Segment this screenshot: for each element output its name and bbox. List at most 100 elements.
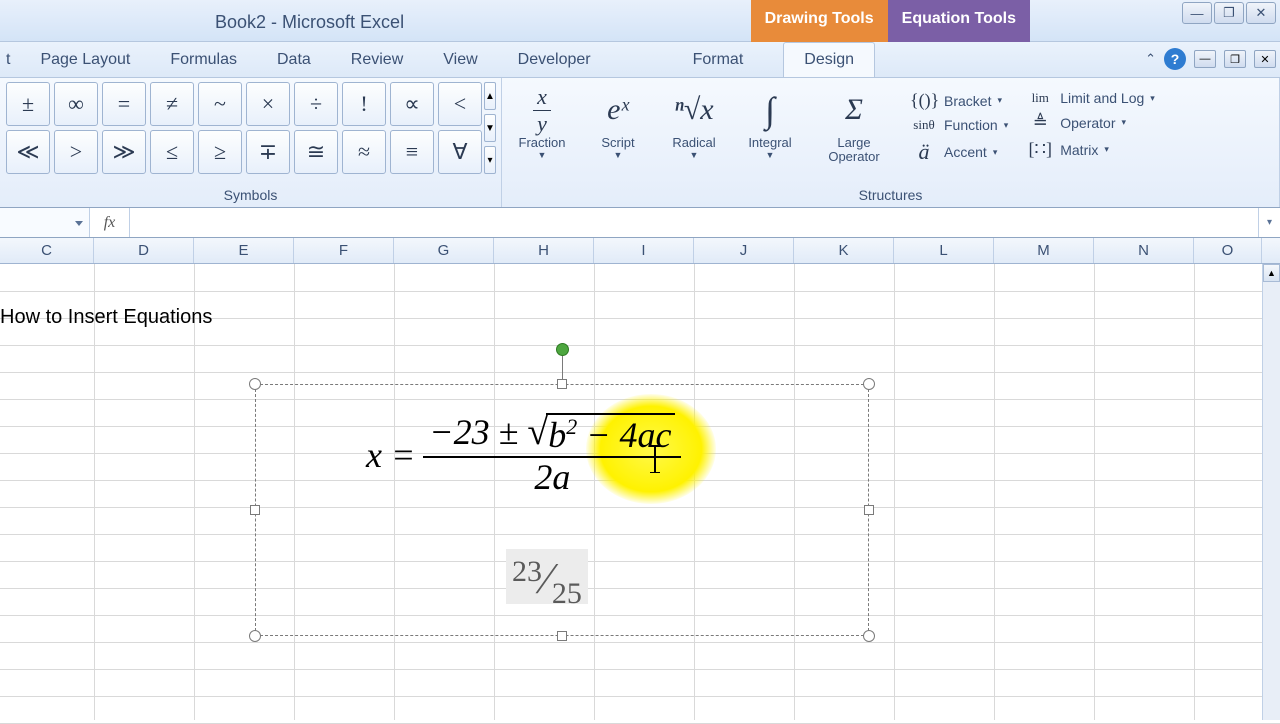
symbol-button[interactable]: × — [246, 82, 290, 126]
operator-icon: ≜ — [1026, 112, 1054, 133]
structure-integral[interactable]: ∫ Integral ▼ — [736, 86, 804, 160]
symbols-more[interactable]: ▾ — [484, 146, 496, 174]
symbol-button[interactable]: > — [54, 130, 98, 174]
symbol-button[interactable]: ≈ — [342, 130, 386, 174]
resize-handle-w[interactable] — [250, 505, 260, 515]
symbol-button[interactable]: ≡ — [390, 130, 434, 174]
symbol-button[interactable]: < — [438, 82, 482, 126]
limit-icon: lim — [1026, 90, 1054, 106]
structure-fraction[interactable]: x y Fraction ▼ — [508, 86, 576, 160]
rotation-handle[interactable] — [556, 343, 569, 356]
symbol-button[interactable]: ≤ — [150, 130, 194, 174]
structure-function[interactable]: sinθ Function▾ — [910, 117, 1008, 133]
column-header[interactable]: O — [1194, 238, 1262, 263]
close-button[interactable]: ✕ — [1246, 2, 1276, 24]
symbol-button[interactable]: ≫ — [102, 130, 146, 174]
contextual-tab-drawing[interactable]: Drawing Tools — [751, 0, 888, 42]
resize-handle-nw[interactable] — [249, 378, 261, 390]
skewed-fraction[interactable]: 23 ⁄ 25 — [506, 549, 588, 604]
equation-lhs: x = — [366, 434, 415, 476]
equation-textbox[interactable]: x = −23 ± √ b2 − 4ac 2a 23 ⁄ 25 — [255, 384, 869, 636]
scroll-up-button[interactable]: ▲ — [1263, 264, 1280, 282]
minimize-button[interactable]: — — [1182, 2, 1212, 24]
symbol-button[interactable]: ≠ — [150, 82, 194, 126]
tab-data[interactable]: Data — [257, 43, 331, 77]
column-header[interactable]: H — [494, 238, 594, 263]
symbol-button[interactable]: ∀ — [438, 130, 482, 174]
structure-limit-log[interactable]: lim Limit and Log▾ — [1026, 90, 1155, 106]
symbol-button[interactable]: ± — [6, 82, 50, 126]
tab-format[interactable]: Format — [673, 43, 764, 77]
vertical-scrollbar[interactable]: ▲ — [1262, 264, 1280, 720]
structure-accent[interactable]: ä Accent▾ — [910, 139, 1008, 165]
group-structures: x y Fraction ▼ eˣ Script ▼ ⁿ√x Radical ▼ — [502, 78, 1280, 207]
resize-handle-e[interactable] — [864, 505, 874, 515]
column-header[interactable]: C — [0, 238, 94, 263]
column-header[interactable]: E — [194, 238, 294, 263]
column-header[interactable]: K — [794, 238, 894, 263]
structure-bracket[interactable]: {()} Bracket▾ — [910, 90, 1008, 111]
tab-design[interactable]: Design — [783, 42, 875, 77]
formula-input[interactable] — [130, 208, 1258, 237]
resize-handle-se[interactable] — [863, 630, 875, 642]
function-icon: sinθ — [910, 117, 938, 133]
column-header[interactable]: G — [394, 238, 494, 263]
tab-truncated[interactable]: t — [0, 43, 20, 77]
structure-operator[interactable]: ≜ Operator▾ — [1026, 112, 1155, 133]
resize-handle-s[interactable] — [557, 631, 567, 641]
workbook-restore-button[interactable]: ❐ — [1224, 50, 1246, 68]
column-header[interactable]: D — [94, 238, 194, 263]
quadratic-equation[interactable]: x = −23 ± √ b2 − 4ac 2a — [366, 413, 681, 497]
tab-view[interactable]: View — [423, 43, 497, 77]
tab-page-layout[interactable]: Page Layout — [20, 43, 150, 77]
resize-handle-ne[interactable] — [863, 378, 875, 390]
tab-review[interactable]: Review — [331, 43, 423, 77]
symbol-button[interactable]: ~ — [198, 82, 242, 126]
tab-formulas[interactable]: Formulas — [150, 43, 257, 77]
formula-bar-expand[interactable]: ▾ — [1258, 208, 1280, 237]
column-headers: CDEFGHIJKLMNO — [0, 238, 1280, 264]
structure-radical[interactable]: ⁿ√x Radical ▼ — [660, 86, 728, 160]
workbook-close-button[interactable]: ✕ — [1254, 50, 1276, 68]
symbol-button[interactable]: ÷ — [294, 82, 338, 126]
cell-text: How to Insert Equations — [0, 306, 212, 329]
title-bar: Book2 - Microsoft Excel Drawing Tools Eq… — [0, 0, 1280, 42]
column-header[interactable]: J — [694, 238, 794, 263]
tab-developer[interactable]: Developer — [498, 43, 611, 77]
contextual-tab-equation[interactable]: Equation Tools — [888, 0, 1030, 42]
column-header[interactable]: F — [294, 238, 394, 263]
help-icon[interactable]: ? — [1164, 48, 1186, 70]
symbol-button[interactable]: ∞ — [54, 82, 98, 126]
group-label-structures: Structures — [508, 187, 1273, 205]
maximize-button[interactable]: ❐ — [1214, 2, 1244, 24]
structure-large-operator[interactable]: Σ Large Operator — [812, 86, 896, 165]
structure-matrix[interactable]: [∷] Matrix▾ — [1026, 139, 1155, 160]
symbol-button[interactable]: ≅ — [294, 130, 338, 174]
name-box[interactable] — [0, 208, 90, 237]
fx-icon[interactable]: fx — [90, 208, 130, 237]
symbols-scroll-down[interactable]: ▼ — [484, 114, 496, 142]
column-header[interactable]: L — [894, 238, 994, 263]
workbook-minimize-button[interactable]: — — [1194, 50, 1216, 68]
ribbon: ±∞=≠~×÷!∝<≪>≫≤≥∓≅≈≡∀ ▲ ▼ ▾ Symbols x y F… — [0, 78, 1280, 208]
symbol-button[interactable]: = — [102, 82, 146, 126]
ribbon-minimize-icon[interactable]: ⌃ — [1145, 51, 1156, 67]
resize-handle-n[interactable] — [557, 379, 567, 389]
integral-icon: ∫ — [765, 86, 775, 134]
window-controls: — ❐ ✕ — [1182, 2, 1276, 24]
window-title: Book2 - Microsoft Excel — [215, 12, 404, 33]
symbol-button[interactable]: ∓ — [246, 130, 290, 174]
column-header[interactable]: M — [994, 238, 1094, 263]
column-header[interactable]: N — [1094, 238, 1194, 263]
text-cursor — [654, 445, 656, 473]
column-header[interactable]: I — [594, 238, 694, 263]
symbol-button[interactable]: ! — [342, 82, 386, 126]
symbol-button[interactable]: ∝ — [390, 82, 434, 126]
script-icon: eˣ — [607, 86, 629, 134]
symbol-button[interactable]: ≪ — [6, 130, 50, 174]
structure-script[interactable]: eˣ Script ▼ — [584, 86, 652, 160]
worksheet-grid[interactable]: How to Insert Equations x = −23 ± √ b2 −… — [0, 264, 1280, 720]
symbols-scroll-up[interactable]: ▲ — [484, 82, 496, 110]
symbol-button[interactable]: ≥ — [198, 130, 242, 174]
resize-handle-sw[interactable] — [249, 630, 261, 642]
